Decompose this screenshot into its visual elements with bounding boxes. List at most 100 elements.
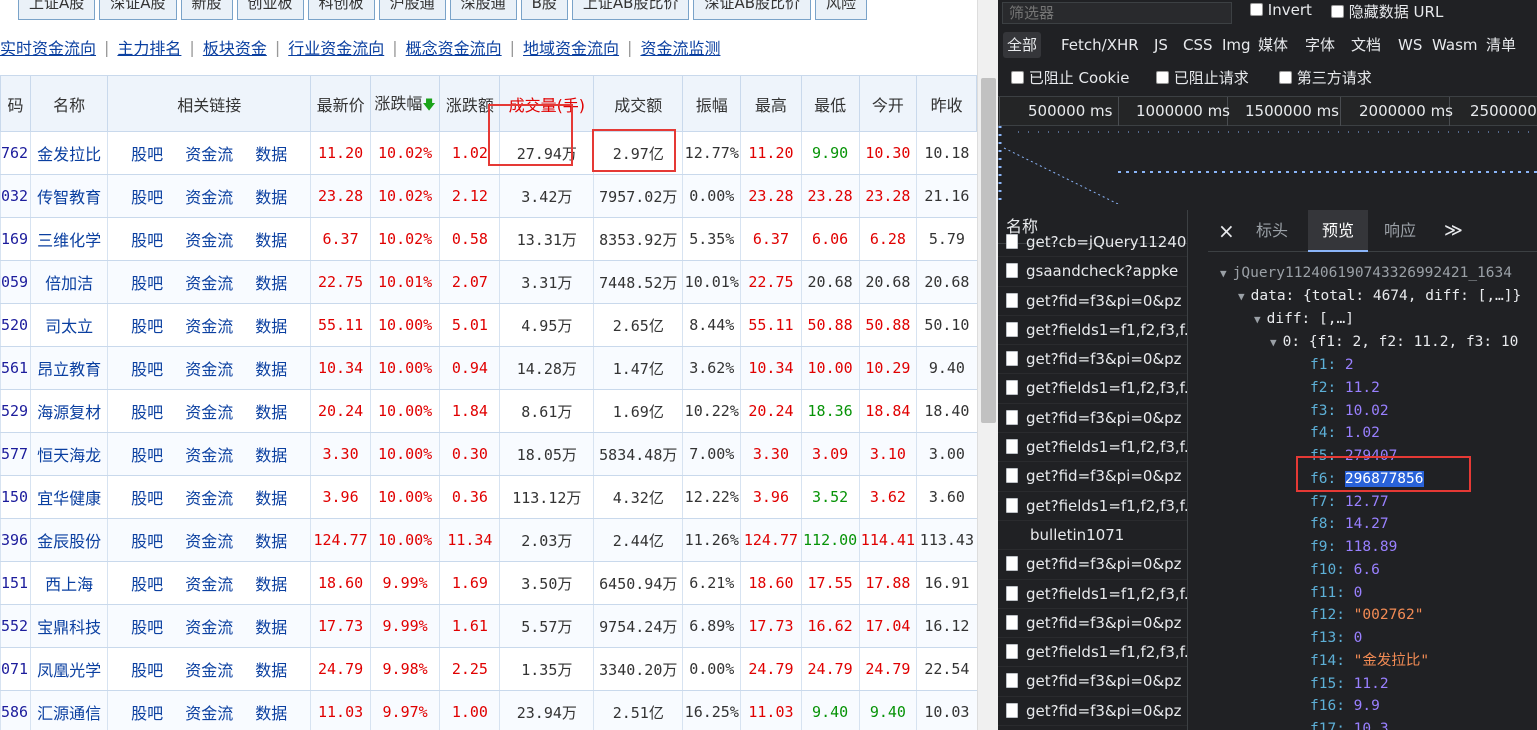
page-scrollbar[interactable] xyxy=(977,0,998,730)
type-filter-button[interactable]: Fetch/XHR xyxy=(1057,32,1143,58)
related-link[interactable]: 股吧 xyxy=(131,661,163,680)
table-row[interactable]: 396 金辰股份 股吧 资金流 数据 124.77 10.00% 11.34 2.03万 2.44… xyxy=(0,518,977,562)
json-field[interactable]: f6: 296877856 xyxy=(1310,468,1424,490)
related-link[interactable]: 数据 xyxy=(255,618,287,637)
filter-input[interactable] xyxy=(1002,2,1232,24)
hide-data-url-checkbox[interactable]: 隐藏数据 URL xyxy=(1331,1,1443,22)
stock-code[interactable]: 151 xyxy=(0,561,31,605)
table-row[interactable]: 561 昂立教育 股吧 资金流 数据 10.34 10.00% 0.94 14.28万 1.47亿… xyxy=(0,346,977,390)
tab-headers[interactable]: 标头 xyxy=(1248,210,1296,252)
json-field[interactable]: f11: 0 xyxy=(1310,582,1362,604)
stock-code[interactable]: 586 xyxy=(0,690,31,730)
json-field[interactable]: f3: 10.02 xyxy=(1310,400,1389,422)
related-link[interactable]: 数据 xyxy=(255,403,287,422)
table-row[interactable]: 150 宜华健康 股吧 资金流 数据 3.96 10.00% 0.36 113.12万 4.32亿… xyxy=(0,475,977,519)
column-header[interactable]: 振幅 xyxy=(682,75,742,132)
related-link[interactable]: 数据 xyxy=(255,575,287,594)
market-tab[interactable]: 深证AB股比价 xyxy=(693,0,812,20)
type-filter-button[interactable]: 全部 xyxy=(1003,32,1042,58)
type-filter-button[interactable]: Wasm xyxy=(1428,32,1482,58)
related-link[interactable]: 数据 xyxy=(255,661,287,680)
json-field[interactable]: f16: 9.9 xyxy=(1310,695,1380,717)
json-root-node[interactable]: ▼ jQuery1124061907433269924​21_1634 xyxy=(1220,262,1512,284)
related-link[interactable]: 股吧 xyxy=(131,188,163,207)
stock-code[interactable]: 552 xyxy=(0,604,31,648)
related-link[interactable]: 数据 xyxy=(255,532,287,551)
column-header[interactable]: 相关链接 xyxy=(107,75,312,132)
related-link[interactable]: 资金流 xyxy=(185,403,233,422)
related-link[interactable]: 资金流 xyxy=(185,661,233,680)
request-row[interactable]: get?fid=f3&pi=0&pz xyxy=(998,697,1187,727)
blocked-cookies-checkbox[interactable]: 已阻止 Cookie xyxy=(1011,67,1129,88)
related-link[interactable]: 数据 xyxy=(255,704,287,723)
json-field[interactable]: f2: 11.2 xyxy=(1310,377,1380,399)
related-link[interactable]: 资金流 xyxy=(185,317,233,336)
stock-code[interactable]: 520 xyxy=(0,303,31,347)
stock-code[interactable]: 396 xyxy=(0,518,31,562)
json-field[interactable]: f10: 6.6 xyxy=(1310,559,1380,581)
stock-name[interactable]: 汇源通信 xyxy=(30,690,108,730)
stock-code[interactable]: 169 xyxy=(0,217,31,261)
stock-name[interactable]: 凤凰光学 xyxy=(30,647,108,691)
column-header[interactable]: 涨跌额 xyxy=(439,75,501,132)
timeline-overview[interactable] xyxy=(998,126,1537,205)
stock-code[interactable]: 577 xyxy=(0,432,31,476)
invert-checkbox[interactable]: Invert xyxy=(1250,1,1312,19)
related-link[interactable]: 股吧 xyxy=(131,532,163,551)
more-tabs-icon[interactable]: ≫ xyxy=(1444,210,1463,252)
type-filter-button[interactable]: Img xyxy=(1218,32,1255,58)
related-link[interactable]: 资金流 xyxy=(185,532,233,551)
stock-name[interactable]: 宝鼎科技 xyxy=(30,604,108,648)
json-field[interactable]: f12: "002762" xyxy=(1310,604,1424,626)
request-row[interactable]: get?fields1=f1,f2,f3,f. xyxy=(998,433,1187,463)
request-row[interactable]: get?fields1=f1,f2,f3,f. xyxy=(998,580,1187,609)
stock-name[interactable]: 司太立 xyxy=(30,303,108,347)
request-row[interactable]: get?fields1=f1,f2,f3,f. xyxy=(998,638,1187,668)
column-header[interactable]: 最低 xyxy=(800,75,860,132)
stock-name[interactable]: 金发拉比 xyxy=(30,131,108,175)
market-tab[interactable]: 上证A股 xyxy=(18,0,96,20)
related-link[interactable]: 股吧 xyxy=(131,360,163,379)
stock-name[interactable]: 传智教育 xyxy=(30,174,108,218)
related-link[interactable]: 股吧 xyxy=(131,489,163,508)
stock-code[interactable]: 150 xyxy=(0,475,31,519)
request-row[interactable]: get?fid=f3&pi=0&pz xyxy=(998,550,1187,580)
request-row[interactable]: bulletin1071 xyxy=(998,521,1187,551)
related-link[interactable]: 资金流 xyxy=(185,145,233,164)
request-row[interactable]: get?fid=f3&pi=0&pz xyxy=(998,609,1187,639)
third-party-checkbox[interactable]: 第三方请求 xyxy=(1279,67,1372,88)
related-link[interactable]: 股吧 xyxy=(131,446,163,465)
json-data-node[interactable]: ▼ data: {total: 4674, diff: [,…]} xyxy=(1238,285,1521,307)
stock-name[interactable]: 金辰股份 xyxy=(30,518,108,562)
related-link[interactable]: 资金流 xyxy=(185,188,233,207)
market-tab[interactable]: 上证AB股比价 xyxy=(571,0,690,20)
market-tab[interactable]: 沪股通 xyxy=(378,0,446,20)
fund-flow-link[interactable]: 实时资金流向 xyxy=(0,35,96,59)
close-icon[interactable]: × xyxy=(1218,210,1235,252)
column-header[interactable]: 今开 xyxy=(858,75,918,132)
column-header[interactable]: 成交额 xyxy=(593,75,684,132)
request-row[interactable]: get?fid=f3&pi=0&pz xyxy=(998,287,1187,316)
json-item0-node[interactable]: ▼ 0: {f1: 2, f2: 11.2, f3: 10 xyxy=(1270,331,1518,353)
related-link[interactable]: 数据 xyxy=(255,145,287,164)
related-link[interactable]: 数据 xyxy=(255,317,287,336)
stock-code[interactable]: 071 xyxy=(0,647,31,691)
column-header[interactable]: 名称 xyxy=(30,75,109,132)
related-link[interactable]: 数据 xyxy=(255,231,287,250)
stock-name[interactable]: 恒天海龙 xyxy=(30,432,108,476)
column-header[interactable]: 涨跌幅🡇 xyxy=(369,75,441,132)
json-field[interactable]: f9: 118.89 xyxy=(1310,536,1397,558)
related-link[interactable]: 股吧 xyxy=(131,231,163,250)
json-field[interactable]: f1: 2 xyxy=(1310,354,1354,376)
stock-name[interactable]: 倍加洁 xyxy=(30,260,108,304)
table-row[interactable]: 552 宝鼎科技 股吧 资金流 数据 17.73 9.99% 1.61 5.57万 9754.24… xyxy=(0,604,977,648)
stock-code[interactable]: 762 xyxy=(0,131,31,175)
related-link[interactable]: 股吧 xyxy=(131,317,163,336)
stock-code[interactable]: 032 xyxy=(0,174,31,218)
request-row[interactable]: get?fields1=f1,f2,f3,f. xyxy=(998,374,1187,404)
market-tab[interactable]: B股 xyxy=(520,0,568,20)
column-header[interactable]: 最新价 xyxy=(310,75,371,132)
fund-flow-link[interactable]: 概念资金流向 xyxy=(406,35,502,59)
json-field[interactable]: f15: 11.2 xyxy=(1310,673,1389,695)
request-row[interactable]: get?fields1=f1,f2,f3,f. xyxy=(998,492,1187,521)
